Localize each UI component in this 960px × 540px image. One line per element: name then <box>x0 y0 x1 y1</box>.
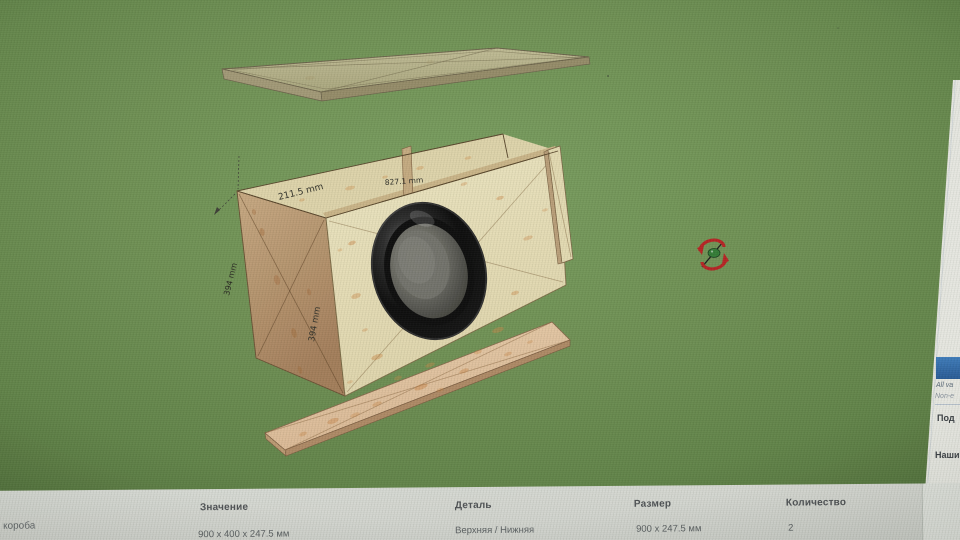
sidebar-link-1[interactable]: Под <box>937 413 955 423</box>
table-right-area <box>922 483 960 540</box>
row-label: короба <box>3 520 36 532</box>
dust-speck <box>607 75 609 77</box>
cell-detail: Верхняя / Нижняя <box>455 524 535 537</box>
sidebar-divider <box>935 404 960 405</box>
sidebar-thumbnail[interactable] <box>936 357 960 379</box>
sidebar-link-2[interactable]: Наши <box>935 450 960 460</box>
parts-table: короба Значение Деталь Размер Количество… <box>0 483 960 540</box>
sidebar-caption-1: All va <box>936 382 954 389</box>
col-header-detail: Деталь <box>454 499 492 512</box>
3d-viewport: 211.5 mm 827.1 mm 394 mm 394 mm <box>0 0 960 500</box>
cell-size: 900 x 247.5 мм <box>636 523 702 535</box>
cell-quantity: 2 <box>788 522 794 534</box>
col-header-size: Размер <box>633 498 672 510</box>
dust-speck <box>837 27 839 29</box>
sidebar-caption-2: Non-e <box>935 393 955 400</box>
col-header-value: Значение <box>199 501 249 514</box>
screen-photo: 211.5 mm 827.1 mm 394 mm 394 mm All va N… <box>0 0 960 540</box>
cell-value: 900 x 400 x 247.5 мм <box>198 528 290 540</box>
col-header-quantity: Количество <box>785 497 847 509</box>
